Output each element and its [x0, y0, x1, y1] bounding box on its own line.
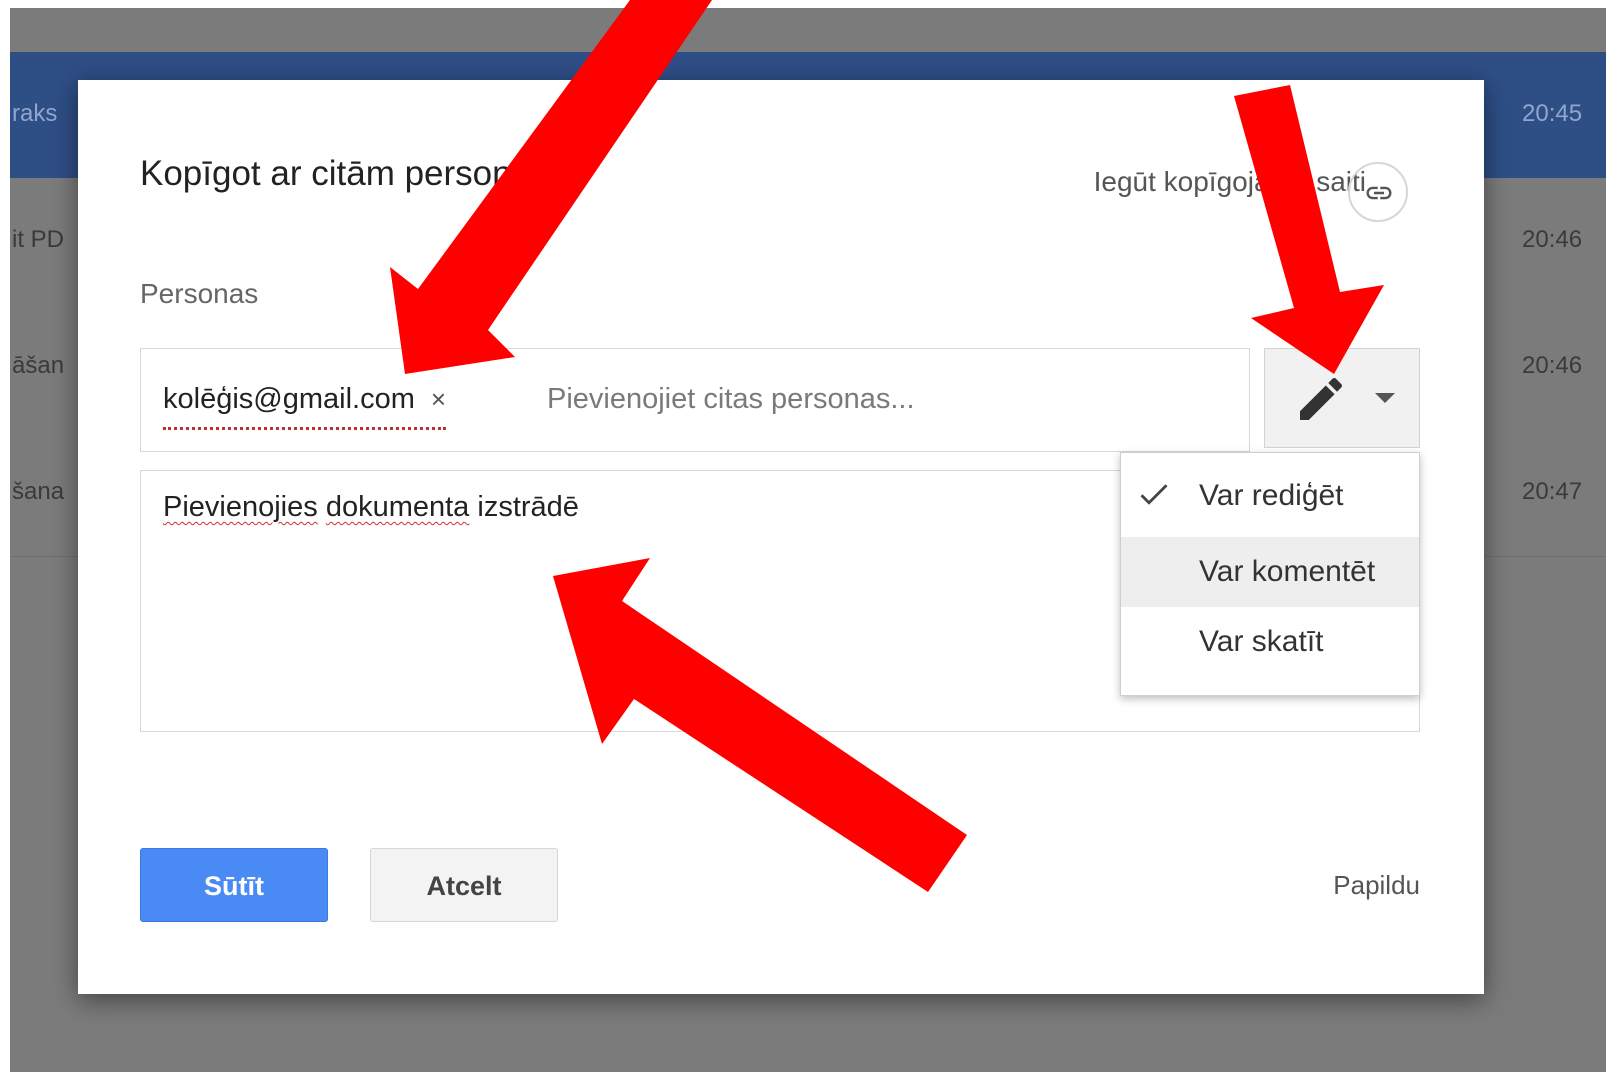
background-row-time: 20:46 — [1522, 352, 1583, 379]
message-word: izstrādē — [477, 491, 579, 523]
advanced-link[interactable]: Papildu — [1333, 870, 1420, 901]
permission-menu: Var rediģēt Var komentēt Var skatīt — [1120, 452, 1420, 696]
link-icon[interactable] — [1348, 162, 1408, 222]
message-word: Pievienojies — [163, 491, 318, 523]
caret-down-icon — [1375, 393, 1395, 403]
menu-item-label: Var komentēt — [1199, 555, 1376, 588]
screenshot: raks 20:45 it PD 20:46 āšan 20:46 šana 2… — [0, 0, 1606, 1072]
menu-item-can-view[interactable]: Var skatīt — [1121, 607, 1419, 677]
background-row-time: 20:46 — [1522, 226, 1583, 253]
pencil-icon — [1300, 377, 1343, 420]
menu-item-label: Var skatīt — [1199, 625, 1324, 658]
cancel-button[interactable]: Atcelt — [370, 848, 558, 922]
background-row-text: raks — [12, 100, 58, 127]
message-word: dokumenta — [325, 491, 470, 523]
check-icon — [1140, 484, 1168, 505]
background-row-time: 20:47 — [1522, 478, 1583, 505]
persons-label: Personas — [140, 278, 259, 309]
menu-item-can-comment[interactable]: Var komentēt — [1121, 537, 1419, 607]
message-text: Pievienojies dokumenta izstrādē — [163, 491, 579, 524]
dialog-title: Kopīgot ar citām personām — [140, 154, 561, 193]
menu-item-label: Var rediģēt — [1199, 479, 1344, 512]
remove-recipient-button[interactable]: × — [431, 379, 446, 419]
send-button[interactable]: Sūtīt — [140, 848, 328, 922]
recipient-chip[interactable]: kolēģis@gmail.com × — [163, 379, 447, 430]
recipient-email: kolēģis@gmail.com — [163, 383, 415, 415]
add-people-input[interactable] — [547, 379, 1227, 419]
people-field[interactable]: kolēģis@gmail.com × — [140, 348, 1250, 452]
background-row-time: 20:45 — [1522, 100, 1583, 127]
background-row-text: it PD — [12, 226, 65, 253]
share-dialog: Kopīgot ar citām personām Iegūt kopīgoja… — [78, 80, 1484, 994]
permission-dropdown-button[interactable] — [1264, 348, 1420, 448]
background-row-text: šana — [12, 478, 65, 505]
background-row-text: āšan — [12, 352, 65, 379]
menu-item-can-edit[interactable]: Var rediģēt — [1121, 461, 1419, 531]
get-shareable-link[interactable]: Iegūt kopīgojamo saiti — [1094, 166, 1366, 198]
